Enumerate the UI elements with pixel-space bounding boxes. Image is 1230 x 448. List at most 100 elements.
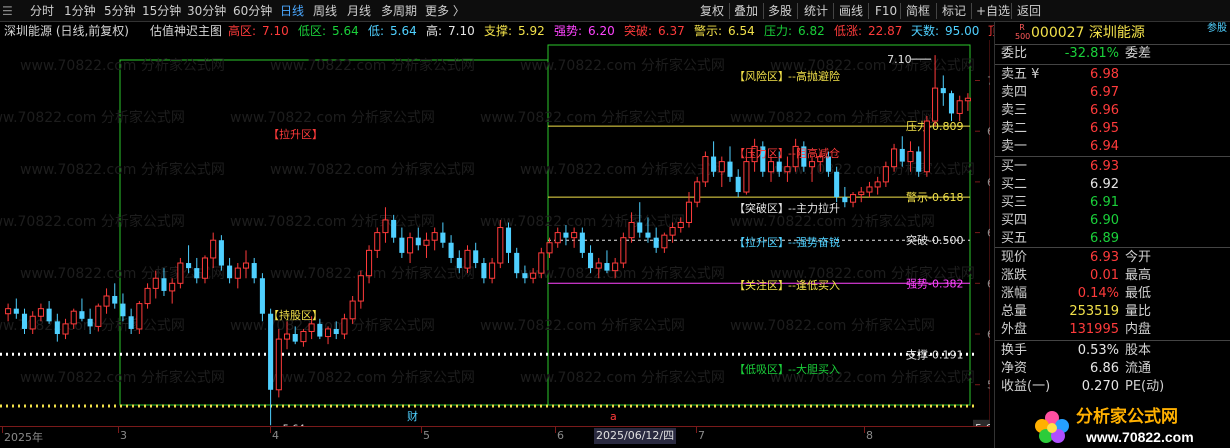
watermark-text: www.70822.com 分析家公式网 <box>520 369 725 386</box>
candle-body-up <box>464 249 471 269</box>
candle-body-up <box>349 300 356 320</box>
candle-body-up <box>234 267 241 279</box>
x-tick <box>2 427 3 433</box>
stat-label-right: 股本 <box>1125 343 1152 358</box>
candle-body-down <box>54 321 60 335</box>
site-logo: 分析家公式网 www.70822.com <box>1035 406 1194 445</box>
bid-row[interactable]: 买二 6.92 <box>995 176 1230 194</box>
bid-row[interactable]: 买三 6.91 <box>995 194 1230 212</box>
candle-body-down <box>505 227 512 253</box>
period-tab[interactable]: 周线 <box>313 3 337 19</box>
overlay-button[interactable]: 叠加 <box>732 2 760 20</box>
stat-label: 收益(一) <box>1001 379 1051 394</box>
high-label: 7.10 <box>887 53 912 66</box>
bid-price: 6.92 <box>1090 177 1119 192</box>
candle-body-up <box>669 227 676 236</box>
ask-label: 卖五 ¥ <box>1001 67 1040 82</box>
f10-button[interactable]: F10 <box>873 2 899 20</box>
candle-body-up <box>201 257 209 279</box>
mark-button[interactable]: 标记 <box>940 2 968 20</box>
period-tab[interactable]: 月线 <box>347 3 371 19</box>
menu-icon[interactable]: ☰ <box>2 3 13 19</box>
fib-level-label: 警示-0.618 <box>906 190 963 204</box>
stat-label-right: 流通 <box>1125 361 1152 376</box>
zone-label-right: 【压力区】 <box>734 147 789 160</box>
candle-body-up <box>677 221 684 229</box>
stats-button[interactable]: 统计 <box>802 2 830 20</box>
ask-row[interactable]: 卖二 6.95 <box>995 120 1230 138</box>
weicha-label: 委差 <box>1125 46 1152 61</box>
candle-body-down <box>13 308 19 314</box>
period-tab-active[interactable]: 日线 <box>280 3 304 19</box>
x-tick-label: 2025年 <box>4 431 43 444</box>
period-tab[interactable]: 5分钟 <box>104 3 136 19</box>
period-tab[interactable]: 15分钟 <box>142 3 181 19</box>
watermark-text: www.70822.com 分析家公式网 <box>20 265 225 282</box>
stat-label-right: 今开 <box>1125 250 1152 265</box>
indicator-value: 强势: <box>554 24 583 38</box>
chart-svg[interactable]: 7.006.806.606.406.206.005.805.63www.7082… <box>0 40 1012 436</box>
candle-body-down <box>456 257 462 269</box>
zone-label-right: 【突破区】 <box>734 201 789 215</box>
ask-label: 卖二 <box>1001 121 1028 136</box>
x-tick <box>421 427 422 433</box>
candle-body-down <box>440 232 446 243</box>
zone-label-right: 【风险区】 <box>734 69 789 83</box>
candle-body-down <box>128 316 134 329</box>
period-tab[interactable]: 60分钟 <box>233 3 272 19</box>
indicator-value: 天数: <box>911 24 940 38</box>
watermark-text: www.70822.com 分析家公式网 <box>520 265 725 282</box>
back-button[interactable]: 返回 <box>1015 2 1043 20</box>
period-tab[interactable]: 1分钟 <box>64 3 96 19</box>
stock-title: 深圳能源 (日线,前复权) <box>4 24 129 38</box>
ask-price: 6.97 <box>1090 85 1119 100</box>
simple-frame-button[interactable]: 简框 <box>904 2 932 20</box>
zone-label-right: 【拉升区】 <box>734 235 789 249</box>
x-tick <box>864 427 865 433</box>
watermark-text: www.70822.com 分析家公式网 <box>770 161 975 178</box>
ask-row[interactable]: 卖五 ¥ 6.98 <box>995 66 1230 84</box>
zone-desc-right: --大胆买入 <box>788 362 840 376</box>
candle-body-down <box>448 242 454 258</box>
watermark-text: www.70822.com 分析家公式网 <box>230 317 435 334</box>
candle-body-up <box>866 186 873 193</box>
params-link[interactable]: 参股 <box>1207 18 1227 40</box>
watermark-text: www.70822.com 分析家公式网 <box>270 369 475 386</box>
multi-stock-button[interactable]: 多股 <box>766 2 794 20</box>
bid-row[interactable]: 买五 6.89 <box>995 230 1230 248</box>
add-watchlist-button[interactable]: +自选 <box>974 2 1012 20</box>
indicator-number: 6.37 <box>658 24 685 38</box>
candle-body-down <box>161 278 167 291</box>
candle-body-down <box>227 265 233 279</box>
ask-row[interactable]: 卖四 6.97 <box>995 84 1230 102</box>
candle-body-down <box>391 219 397 238</box>
x-cursor-date: 2025/06/12/四 <box>594 428 677 444</box>
watermark-text: www.70822.com 分析家公式网 <box>20 369 225 386</box>
candle-body-up <box>628 221 635 239</box>
zone-desc-right: --高抛避险 <box>788 69 840 83</box>
zone-label-left: 【拉升区】 <box>268 127 323 141</box>
bid-row[interactable]: 买一 6.93 <box>995 158 1230 176</box>
candle-body-up <box>275 338 282 391</box>
candle-body-up <box>718 161 725 173</box>
bid-row[interactable]: 买四 6.90 <box>995 212 1230 230</box>
x-tick <box>118 427 119 433</box>
draw-line-button[interactable]: 画线 <box>837 2 865 20</box>
x-tick-label: 6 <box>557 429 564 442</box>
ask-row[interactable]: 卖三 6.96 <box>995 102 1230 120</box>
candle-body-up <box>423 239 430 246</box>
kline-chart[interactable]: 7.006.806.606.406.206.005.805.63www.7082… <box>0 40 1012 436</box>
period-tab[interactable]: 30分钟 <box>187 3 226 19</box>
candle-body-up <box>144 287 151 305</box>
candle-body-down <box>481 263 487 279</box>
indicator-name[interactable]: 估值神迟主图 <box>150 22 222 40</box>
fuquan-button[interactable]: 复权 <box>698 2 726 20</box>
period-tab[interactable]: 多周期 <box>381 3 417 19</box>
ask-row[interactable]: 卖一 6.94 <box>995 138 1230 156</box>
candle-body-up <box>300 330 307 343</box>
y-tick-label: 6.60 <box>987 176 990 189</box>
period-tab[interactable]: 更多 〉 <box>425 3 465 19</box>
candle-body-up <box>595 262 602 269</box>
x-tick-label: 8 <box>866 429 873 442</box>
period-tab[interactable]: 分时 <box>30 3 54 19</box>
